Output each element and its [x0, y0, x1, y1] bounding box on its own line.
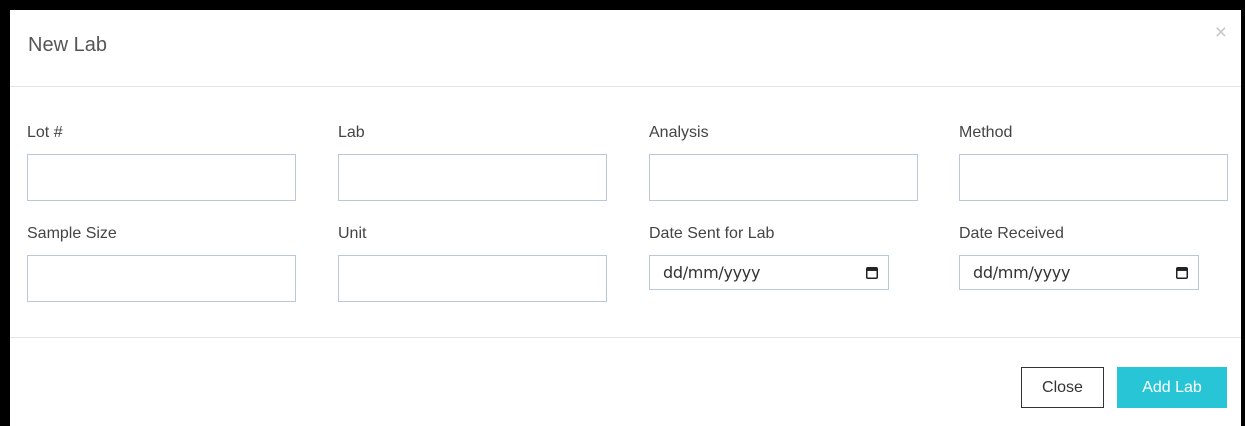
lab-input[interactable] — [338, 154, 607, 201]
method-input[interactable] — [959, 154, 1228, 201]
add-lab-button[interactable]: Add Lab — [1117, 367, 1227, 408]
unit-input[interactable] — [338, 255, 607, 302]
method-label: Method — [959, 124, 1013, 141]
new-lab-modal: New Lab × Lot # Lab Analysis Method Samp… — [10, 10, 1241, 426]
date-received-placeholder: dd/mm/yyyy — [973, 263, 1071, 282]
modal-title: New Lab — [28, 34, 107, 56]
sample-size-field: Sample Size — [27, 224, 296, 302]
calendar-icon[interactable] — [1176, 266, 1188, 279]
date-received-field: Date Received dd/mm/yyyy — [959, 224, 1228, 290]
lab-field: Lab — [338, 123, 607, 201]
date-sent-placeholder: dd/mm/yyyy — [663, 263, 761, 282]
unit-label: Unit — [338, 225, 367, 242]
lot-field: Lot # — [27, 123, 296, 201]
modal-body: Lot # Lab Analysis Method Sample Size Un… — [10, 87, 1241, 338]
sample-size-input[interactable] — [27, 255, 296, 302]
date-sent-field: Date Sent for Lab dd/mm/yyyy — [649, 224, 918, 290]
modal-footer: Close Add Lab — [10, 338, 1241, 426]
analysis-input[interactable] — [649, 154, 918, 201]
calendar-icon[interactable] — [866, 266, 878, 279]
date-sent-input[interactable]: dd/mm/yyyy — [649, 255, 889, 290]
close-icon[interactable]: × — [1215, 22, 1227, 43]
date-received-input[interactable]: dd/mm/yyyy — [959, 255, 1199, 290]
analysis-label: Analysis — [649, 124, 709, 141]
close-button[interactable]: Close — [1021, 367, 1104, 408]
modal-header: New Lab × — [10, 10, 1241, 87]
sample-size-label: Sample Size — [27, 225, 117, 242]
analysis-field: Analysis — [649, 123, 918, 201]
lot-input[interactable] — [27, 154, 296, 201]
lot-label: Lot # — [27, 124, 63, 141]
method-field: Method — [959, 123, 1228, 201]
lab-label: Lab — [338, 124, 365, 141]
unit-field: Unit — [338, 224, 607, 302]
date-received-label: Date Received — [959, 225, 1064, 242]
date-sent-label: Date Sent for Lab — [649, 225, 775, 242]
